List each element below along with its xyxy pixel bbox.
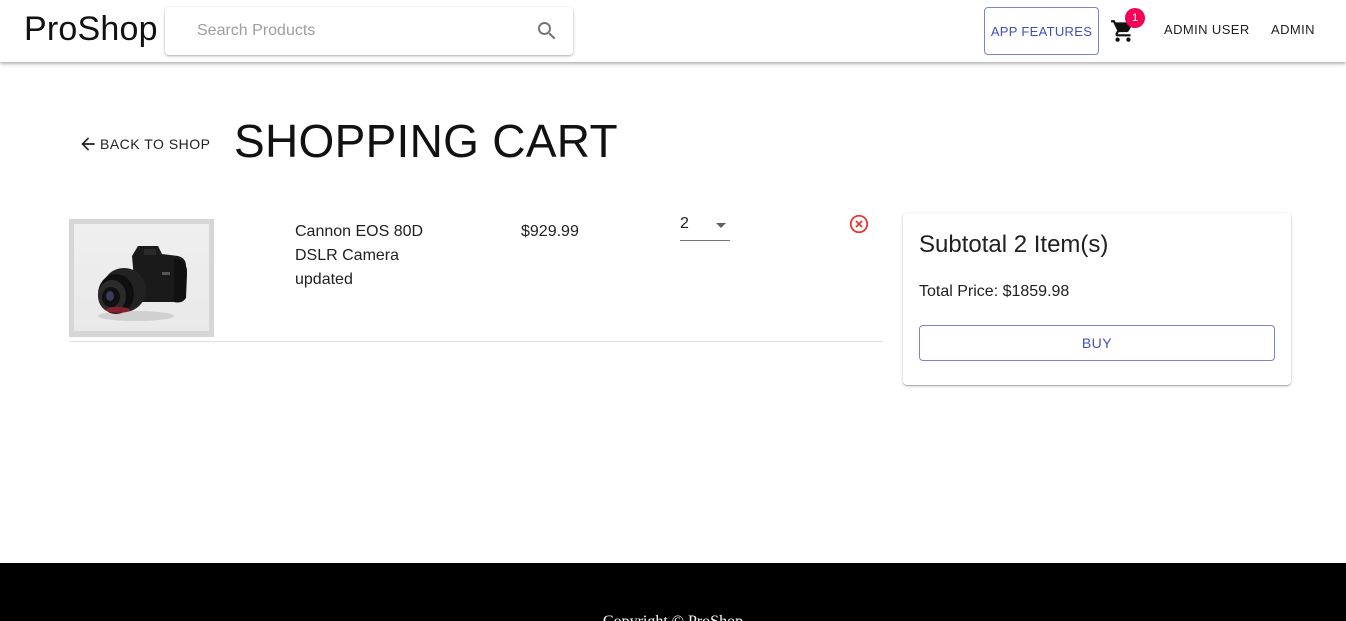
copyright-text: Copyright © ProShop — [0, 613, 1346, 621]
app-features-button[interactable]: APP FEATURES — [984, 7, 1099, 55]
camera-photo — [98, 246, 188, 321]
product-image[interactable] — [69, 219, 214, 337]
search-icon[interactable] — [535, 19, 559, 43]
quantity-select[interactable]: 2 — [680, 213, 730, 241]
quantity-value: 2 — [680, 215, 689, 232]
arrow-left-icon — [81, 137, 95, 151]
order-summary-card: Subtotal 2 Item(s) Total Price: $1859.98… — [903, 213, 1291, 385]
subtotal-heading: Subtotal 2 Item(s) — [919, 231, 1109, 258]
back-to-shop-link[interactable]: BACK TO SHOP — [78, 134, 211, 154]
remove-item-icon[interactable] — [848, 213, 870, 235]
back-to-shop-label: BACK TO SHOP — [100, 136, 211, 152]
user-menu-link[interactable]: ADMIN USER — [1164, 22, 1250, 37]
page-title: SHOPPING CART — [234, 115, 618, 167]
page-footer: Copyright © ProShop — [0, 563, 1346, 621]
search-input[interactable] — [165, 7, 525, 55]
dropdown-arrow-icon — [716, 223, 726, 228]
total-price: Total Price: $1859.98 — [919, 283, 1070, 300]
buy-button[interactable]: BUY — [919, 325, 1275, 361]
cart-item-row: Cannon EOS 80D DSLR Camera updated $929.… — [69, 213, 883, 342]
brand-logo[interactable]: ProShop — [24, 10, 158, 49]
product-name-link[interactable]: Cannon EOS 80D DSLR Camera updated — [295, 220, 445, 292]
product-price: $929.99 — [521, 223, 579, 240]
admin-menu-link[interactable]: ADMIN — [1271, 22, 1315, 37]
search-box — [165, 7, 573, 55]
cart-count-badge: 1 — [1125, 8, 1145, 28]
app-header: ProShop APP FEATURES 1 ADMIN USER ADMIN — [0, 0, 1346, 62]
